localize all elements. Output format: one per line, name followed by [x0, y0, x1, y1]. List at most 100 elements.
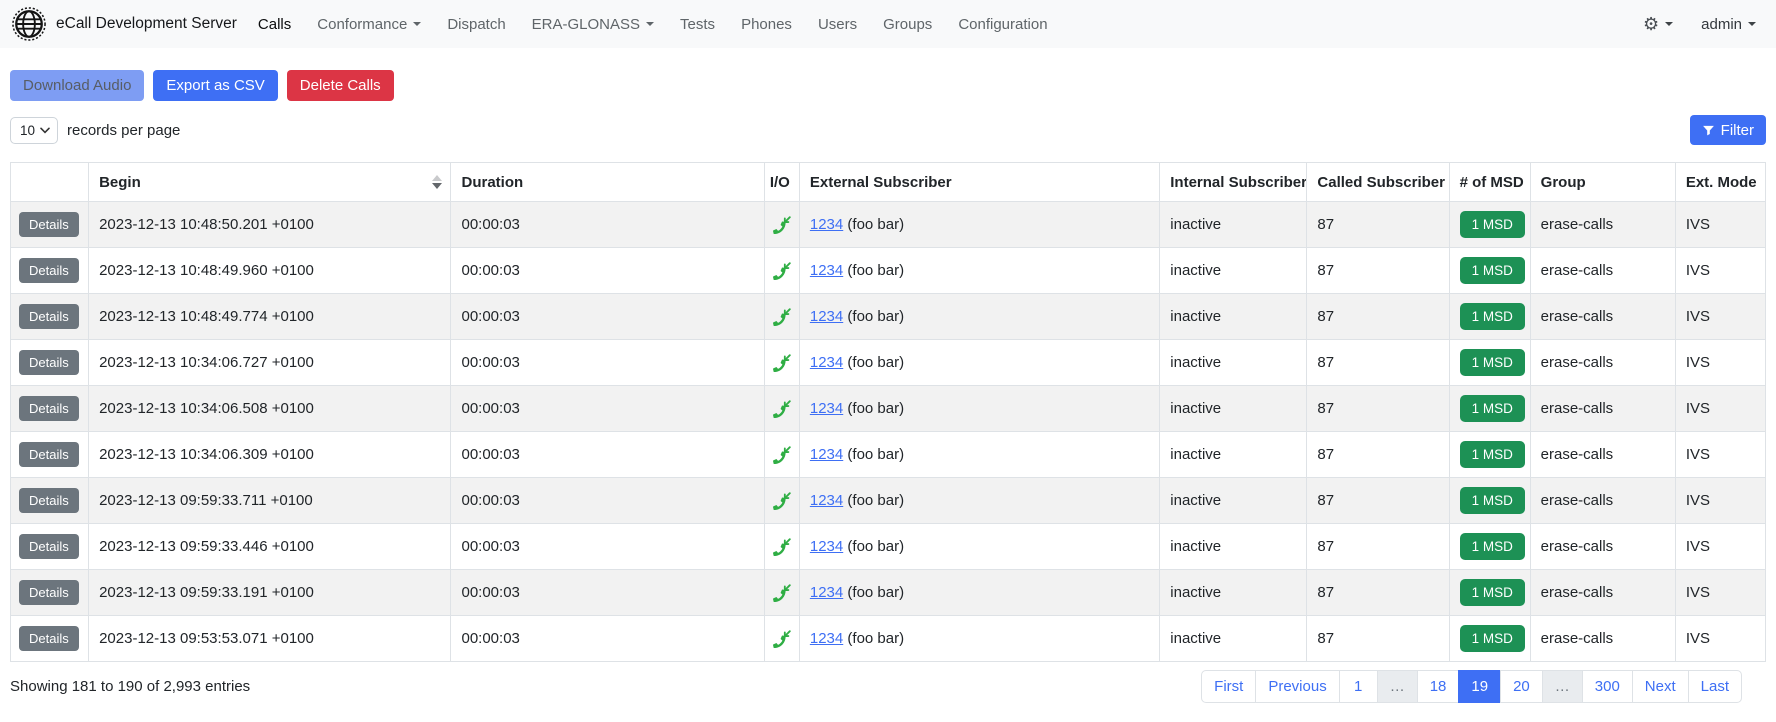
header-internal-subscriber[interactable]: Internal Subscriber — [1160, 163, 1307, 202]
cell-external-subscriber: 1234 (foo bar) — [799, 570, 1159, 616]
cell-external-subscriber: 1234 (foo bar) — [799, 432, 1159, 478]
cell-begin: 2023-12-13 09:53:53.071 +0100 — [89, 616, 451, 662]
table-row: Details 2023-12-13 10:34:06.727 +0100 00… — [11, 340, 1766, 386]
msd-badge: 1 MSD — [1460, 625, 1525, 652]
cell-called-subscriber: 87 — [1307, 340, 1449, 386]
chevron-down-icon — [646, 22, 654, 26]
external-subscriber-link[interactable]: 1234 — [810, 308, 843, 325]
cell-begin: 2023-12-13 09:59:33.711 +0100 — [89, 478, 451, 524]
details-button[interactable]: Details — [19, 258, 79, 283]
cell-internal-subscriber: inactive — [1160, 202, 1307, 248]
cell-external-subscriber: 1234 (foo bar) — [799, 386, 1159, 432]
external-subscriber-link[interactable]: 1234 — [810, 446, 843, 463]
details-button[interactable]: Details — [19, 488, 79, 513]
page-button--: … — [1542, 670, 1583, 703]
export-csv-button[interactable]: Export as CSV — [153, 70, 277, 101]
external-subscriber-link[interactable]: 1234 — [810, 538, 843, 555]
header-group[interactable]: Group — [1530, 163, 1675, 202]
cell-msd: 1 MSD — [1449, 616, 1530, 662]
details-button[interactable]: Details — [19, 350, 79, 375]
cell-external-subscriber: 1234 (foo bar) — [799, 248, 1159, 294]
table-row: Details 2023-12-13 09:53:53.071 +0100 00… — [11, 616, 1766, 662]
external-subscriber-link[interactable]: 1234 — [810, 584, 843, 601]
cell-ext-mode: IVS — [1675, 294, 1765, 340]
incoming-call-icon — [773, 538, 791, 556]
header-called-subscriber[interactable]: Called Subscriber — [1307, 163, 1449, 202]
header-duration[interactable]: Duration — [451, 163, 764, 202]
page-length-select[interactable]: 10 — [10, 117, 58, 144]
header-row: Begin Duration I/O External Subscriber I… — [11, 163, 1766, 202]
nav-item-era-glonass[interactable]: ERA-GLONASS — [519, 16, 667, 33]
incoming-call-icon — [773, 630, 791, 648]
page-button-next[interactable]: Next — [1632, 670, 1689, 703]
delete-calls-button[interactable]: Delete Calls — [287, 70, 394, 101]
actions-toolbar: Download Audio Export as CSV Delete Call… — [10, 70, 1766, 101]
nav-item-phones[interactable]: Phones — [728, 16, 805, 33]
header-ext-mode[interactable]: Ext. Mode — [1675, 163, 1765, 202]
header-external-subscriber[interactable]: External Subscriber — [799, 163, 1159, 202]
nav-item-users[interactable]: Users — [805, 16, 870, 33]
external-subscriber-link[interactable]: 1234 — [810, 400, 843, 417]
nav-item-calls[interactable]: Calls — [245, 16, 304, 33]
details-button[interactable]: Details — [19, 304, 79, 329]
page-button-previous[interactable]: Previous — [1255, 670, 1339, 703]
page-button-first[interactable]: First — [1201, 670, 1256, 703]
header-io[interactable]: I/O — [764, 163, 799, 202]
external-subscriber-link[interactable]: 1234 — [810, 216, 843, 233]
nav-item-label: Configuration — [958, 16, 1047, 33]
nav-item-label: Groups — [883, 16, 932, 33]
page-button-18[interactable]: 18 — [1417, 670, 1460, 703]
external-subscriber-link[interactable]: 1234 — [810, 492, 843, 509]
incoming-call-icon — [773, 216, 791, 234]
nav-item-dispatch[interactable]: Dispatch — [434, 16, 518, 33]
table-controls-row: 10 records per page Filter — [10, 115, 1766, 145]
page-button--: … — [1377, 670, 1418, 703]
user-menu[interactable]: admin — [1701, 16, 1756, 33]
nav-item-conformance[interactable]: Conformance — [304, 16, 434, 33]
incoming-call-icon — [773, 262, 791, 280]
nav-item-groups[interactable]: Groups — [870, 16, 945, 33]
page-button-300[interactable]: 300 — [1582, 670, 1633, 703]
external-subscriber-link[interactable]: 1234 — [810, 630, 843, 647]
nav-item-label: Calls — [258, 16, 291, 33]
external-subscriber-name: (foo bar) — [843, 262, 904, 279]
table-row: Details 2023-12-13 10:34:06.309 +0100 00… — [11, 432, 1766, 478]
cell-group: erase-calls — [1530, 248, 1675, 294]
nav-item-configuration[interactable]: Configuration — [945, 16, 1060, 33]
cell-begin: 2023-12-13 09:59:33.446 +0100 — [89, 524, 451, 570]
cell-ext-mode: IVS — [1675, 616, 1765, 662]
page-button-last[interactable]: Last — [1688, 670, 1742, 703]
nav-item-label: Tests — [680, 16, 715, 33]
filter-icon — [1702, 124, 1715, 137]
details-button[interactable]: Details — [19, 212, 79, 237]
page-button-20[interactable]: 20 — [1500, 670, 1543, 703]
cell-begin: 2023-12-13 10:48:49.960 +0100 — [89, 248, 451, 294]
calls-table: Begin Duration I/O External Subscriber I… — [10, 162, 1766, 662]
cell-ext-mode: IVS — [1675, 340, 1765, 386]
cell-internal-subscriber: inactive — [1160, 432, 1307, 478]
cell-io — [764, 340, 799, 386]
details-button[interactable]: Details — [19, 442, 79, 467]
external-subscriber-link[interactable]: 1234 — [810, 262, 843, 279]
nav-item-label: Phones — [741, 16, 792, 33]
cell-io — [764, 524, 799, 570]
header-begin[interactable]: Begin — [89, 163, 451, 202]
cell-internal-subscriber: inactive — [1160, 294, 1307, 340]
cell-duration: 00:00:03 — [451, 616, 764, 662]
details-button[interactable]: Details — [19, 396, 79, 421]
nav-item-tests[interactable]: Tests — [667, 16, 728, 33]
page-button-1[interactable]: 1 — [1339, 670, 1378, 703]
filter-button[interactable]: Filter — [1690, 115, 1766, 145]
details-button[interactable]: Details — [19, 580, 79, 605]
settings-menu[interactable]: ⚙ — [1643, 15, 1673, 33]
details-button[interactable]: Details — [19, 534, 79, 559]
msd-badge: 1 MSD — [1460, 303, 1525, 330]
external-subscriber-link[interactable]: 1234 — [810, 354, 843, 371]
header-msd-count[interactable]: # of MSD — [1449, 163, 1530, 202]
details-button[interactable]: Details — [19, 626, 79, 651]
page-button-19[interactable]: 19 — [1458, 670, 1501, 703]
download-audio-button[interactable]: Download Audio — [10, 70, 144, 101]
cell-duration: 00:00:03 — [451, 202, 764, 248]
cell-duration: 00:00:03 — [451, 386, 764, 432]
cell-duration: 00:00:03 — [451, 478, 764, 524]
